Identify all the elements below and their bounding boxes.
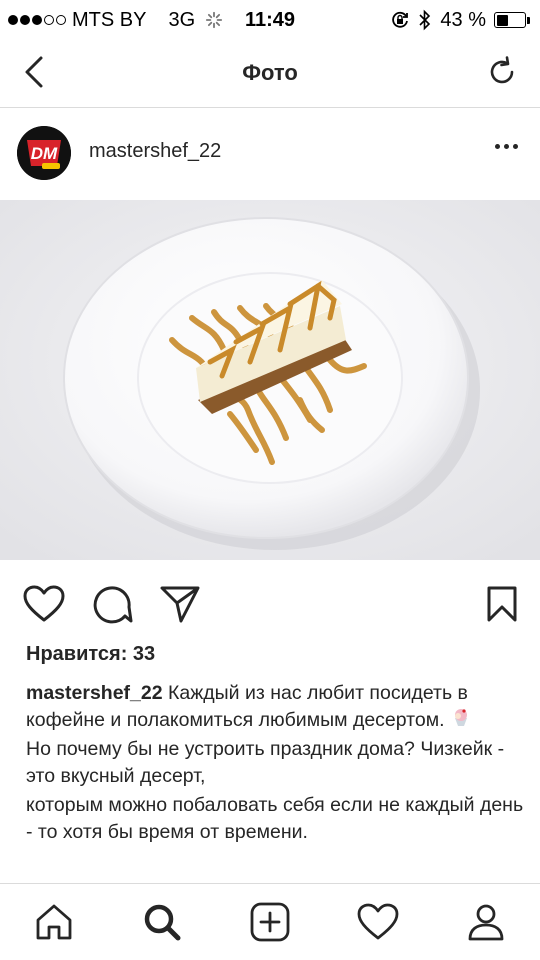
bluetooth-icon bbox=[419, 9, 431, 31]
battery-icon bbox=[494, 12, 530, 28]
comment-icon bbox=[93, 586, 133, 624]
nav-bar: Фото bbox=[0, 40, 540, 108]
network-activity-icon bbox=[206, 11, 223, 29]
network-type: 3G bbox=[168, 8, 196, 31]
like-button[interactable] bbox=[22, 582, 66, 626]
more-options-button[interactable] bbox=[495, 144, 518, 149]
comment-button[interactable] bbox=[90, 582, 134, 626]
heart-icon bbox=[23, 585, 65, 622]
battery-percent: 43 % bbox=[440, 8, 486, 31]
likes-count[interactable]: Нравится: 33 bbox=[26, 643, 155, 666]
carrier-name: MTS BY bbox=[72, 8, 147, 31]
profile-icon bbox=[468, 904, 504, 941]
tab-home[interactable] bbox=[32, 900, 76, 944]
send-icon bbox=[160, 586, 200, 623]
cheesecake-photo bbox=[0, 200, 540, 560]
tab-search[interactable] bbox=[140, 900, 184, 944]
avatar-text: DM bbox=[31, 144, 58, 163]
caption-paragraph: mastershef_22 Каждый из нас любит посиде… bbox=[26, 680, 526, 734]
bookmark-icon bbox=[487, 586, 517, 622]
bottom-tab-bar bbox=[0, 883, 540, 960]
chevron-left-icon bbox=[25, 56, 43, 88]
status-bar: MTS BY 3G 11:49 43 % bbox=[0, 0, 540, 40]
post-username[interactable]: mastershef_22 bbox=[89, 140, 221, 163]
more-dot bbox=[495, 144, 500, 149]
refresh-icon bbox=[490, 56, 514, 84]
home-icon bbox=[36, 904, 72, 940]
tab-add[interactable] bbox=[248, 900, 292, 944]
tab-profile[interactable] bbox=[464, 900, 508, 944]
post-photo[interactable] bbox=[0, 200, 540, 560]
save-button[interactable] bbox=[480, 582, 524, 626]
activity-heart-icon bbox=[357, 903, 399, 940]
signal-strength-icon bbox=[8, 15, 66, 25]
ice-cream-emoji-icon bbox=[454, 709, 467, 726]
more-dot bbox=[513, 144, 518, 149]
more-dot bbox=[504, 144, 509, 149]
post-header: DM mastershef_22 bbox=[0, 108, 540, 200]
add-icon bbox=[250, 902, 290, 942]
page-title: Фото bbox=[242, 60, 298, 85]
orientation-lock-icon bbox=[392, 11, 409, 28]
refresh-button[interactable] bbox=[482, 52, 522, 92]
avatar[interactable]: DM bbox=[17, 126, 71, 180]
post-actions bbox=[0, 560, 540, 644]
share-button[interactable] bbox=[158, 582, 202, 626]
tab-activity[interactable] bbox=[356, 900, 400, 944]
search-icon bbox=[144, 904, 181, 941]
post-caption: mastershef_22 Каждый из нас любит посиде… bbox=[26, 680, 526, 848]
back-button[interactable] bbox=[14, 52, 54, 92]
caption-paragraph: которым можно побаловать себя если не ка… bbox=[26, 794, 524, 843]
brand-logo: DM bbox=[17, 126, 71, 180]
caption-paragraph: Но почему бы не устроить праздник дома? … bbox=[26, 738, 505, 787]
caption-author[interactable]: mastershef_22 bbox=[26, 682, 163, 704]
